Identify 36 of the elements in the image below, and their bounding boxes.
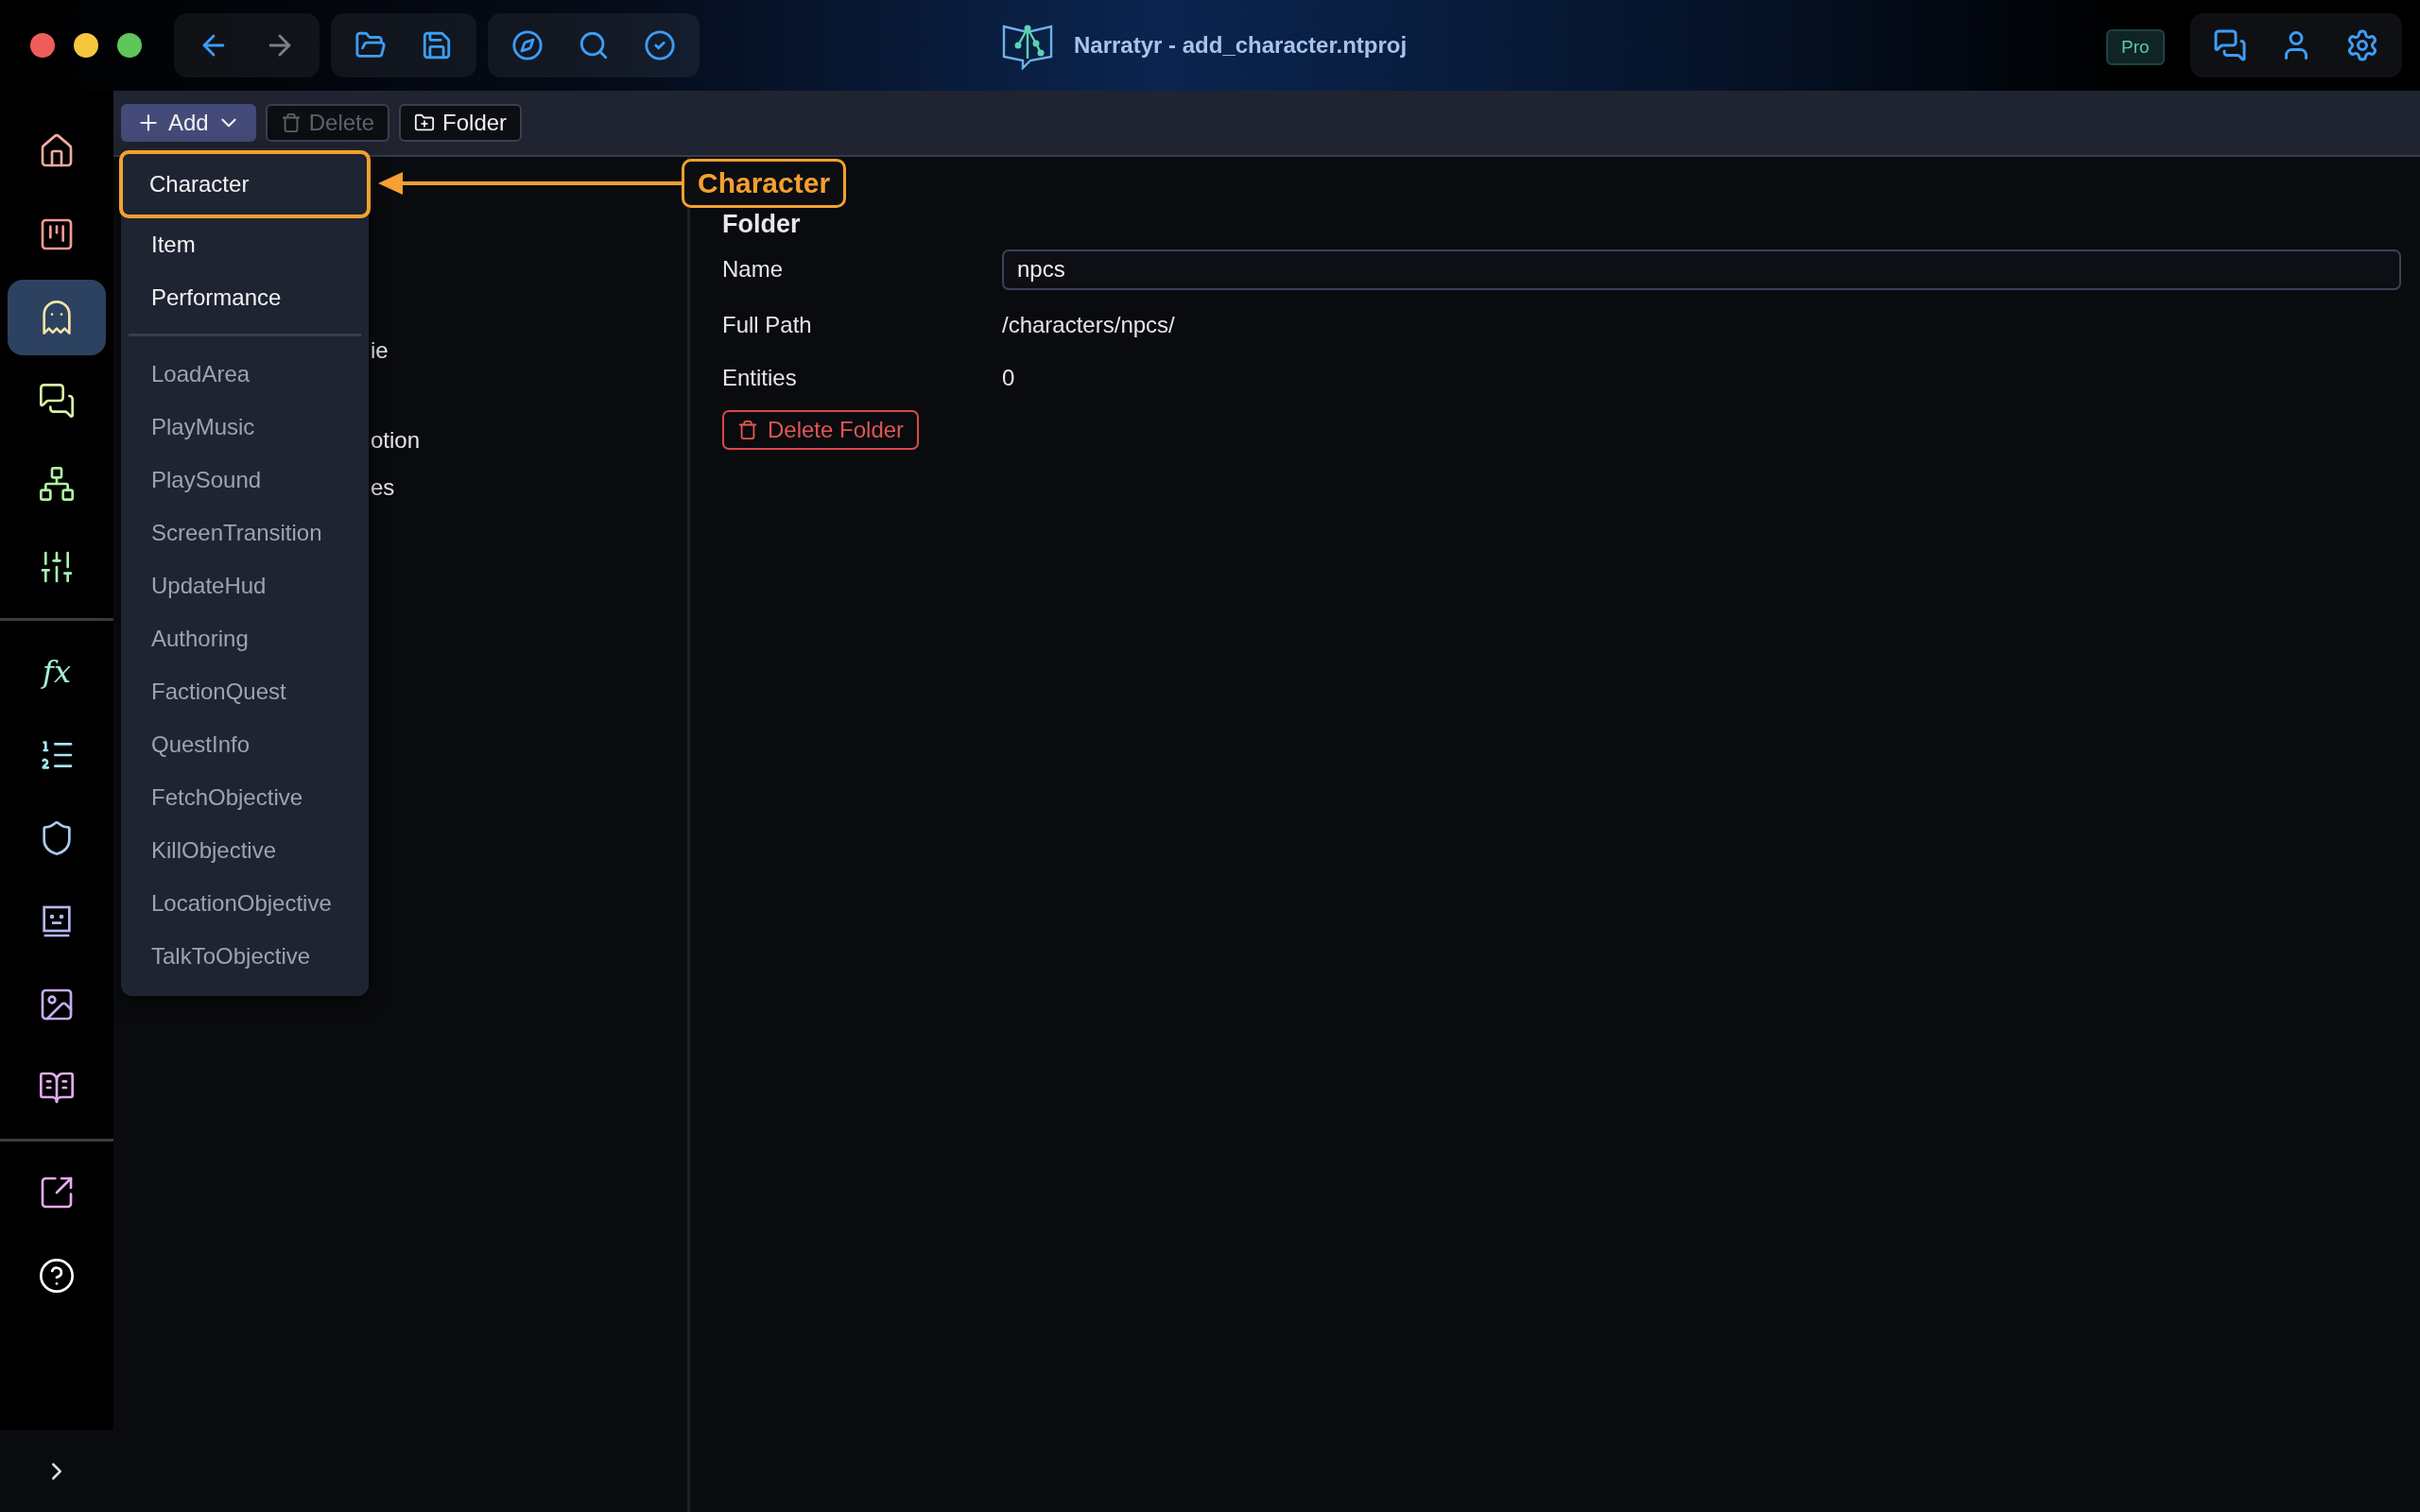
folder-button[interactable]: Folder [399, 104, 523, 142]
plan-badge: Pro [2106, 29, 2165, 65]
help-icon [38, 1257, 76, 1295]
folder-plus-icon [414, 112, 436, 133]
check-circle-icon [644, 29, 676, 61]
menu-item[interactable]: Performance [121, 271, 369, 324]
maximize-window-button[interactable] [117, 33, 142, 58]
menu-item[interactable]: Item [121, 218, 369, 271]
field-value: 0 [1002, 365, 1015, 391]
compass-icon [511, 29, 544, 61]
menu-item[interactable]: Character [119, 150, 371, 218]
section-heading: Folder [722, 210, 801, 238]
tree-item[interactable]: es [371, 473, 395, 502]
search-icon [578, 29, 610, 61]
field-label: Full Path [722, 312, 813, 338]
field-value: /characters/npcs/ [1002, 312, 1175, 338]
sidebar-item[interactable]: fx [8, 634, 106, 710]
add-button[interactable]: Add [121, 104, 256, 142]
minimize-window-button[interactable] [74, 33, 98, 58]
field-label: Entities [722, 365, 798, 391]
trash-icon [737, 420, 758, 440]
tree-item[interactable]: ie [371, 336, 389, 365]
callout-label: Character [682, 159, 847, 208]
sidebar-item[interactable] [8, 280, 106, 355]
name-field[interactable]: npcs [1002, 249, 2401, 290]
chat-icon [2213, 28, 2247, 62]
close-window-button[interactable] [30, 33, 55, 58]
delete-folder-button[interactable]: Delete Folder [722, 410, 920, 450]
save-icon [421, 29, 453, 61]
field-label: Name [722, 256, 785, 283]
settings-icon [2345, 28, 2379, 62]
hierarchy-icon [38, 465, 76, 503]
tree-item[interactable]: otion [371, 426, 421, 455]
window-title: Narratyr - add_character.ntproj [1074, 32, 1408, 59]
trash-icon [280, 112, 302, 133]
chat-icon [38, 382, 76, 420]
